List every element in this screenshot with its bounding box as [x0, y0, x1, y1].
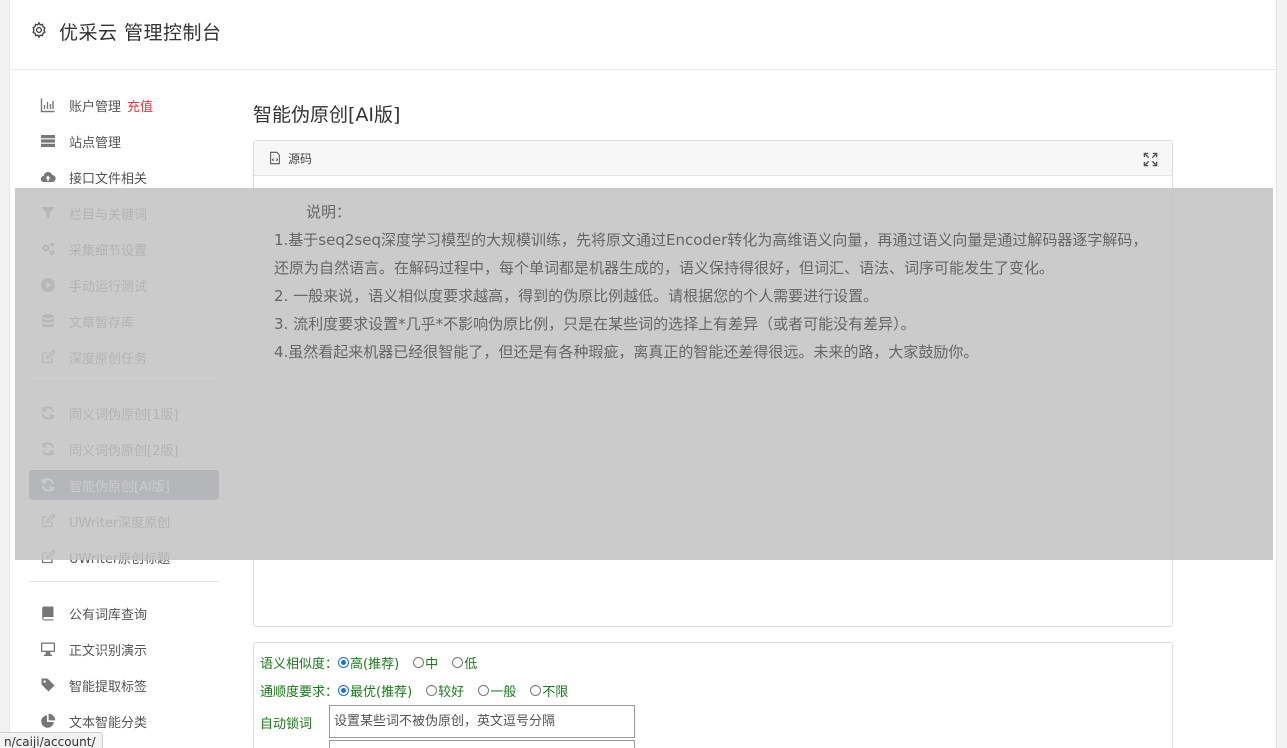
status-bar-url: n/caiji/account/: [0, 732, 103, 748]
source-button-label[interactable]: 源码: [288, 150, 312, 167]
sidebar-item[interactable]: 正文识别演示: [29, 634, 219, 664]
sidebar-item[interactable]: 站点管理: [29, 126, 219, 156]
page-title: 智能伪原创[AI版]: [253, 104, 401, 126]
monitor-icon: [39, 641, 57, 657]
fluency-label: 通顺度要求：: [260, 685, 339, 700]
similarity-option-label: 低: [464, 657, 478, 672]
bar-chart-icon: [39, 97, 57, 113]
radio-button[interactable]: [338, 685, 350, 696]
editor-description: 说明： 1.基于seq2seq深度学习模型的大规模训练，先将原文通过Encode…: [274, 198, 1159, 366]
similarity-option-label: 高(推荐): [350, 657, 400, 672]
fluency-option[interactable]: 较好: [426, 681, 464, 700]
description-line-3: 3. 流利度要求设置*几乎*不影响伪原比例，只是在某些词的选择上有差异（或者可能…: [274, 315, 916, 333]
fluency-option-label: 一般: [490, 685, 517, 700]
sidebar-item[interactable]: 账户管理 充值: [29, 90, 219, 120]
source-code-icon[interactable]: [268, 151, 282, 165]
options-panel: 语义相似度： 高(推荐) 中 低 通顺度要求： 最优(推荐) 较好 一般 不限 自动锁词: [253, 642, 1173, 748]
lock-row: 自动锁词: [260, 713, 312, 732]
description-line-2: 2. 一般来说，语义相似度要求越高，得到的伪原比例越低。请根据您的个人需要进行设…: [274, 287, 879, 305]
sidebar-item-label: 智能提取标签: [69, 679, 148, 695]
radio-button[interactable]: [452, 657, 464, 668]
fluency-option[interactable]: 一般: [478, 681, 516, 700]
top-bar: 优采云 管理控制台: [10, 0, 1276, 70]
main-content: 智能伪原创[AI版]: [253, 100, 1173, 130]
tag-icon: [39, 677, 57, 693]
sidebar-item-label: 账户管理: [69, 99, 122, 115]
editor-toolbar: 源码: [254, 141, 1172, 176]
sidebar-item-label: 公有词库查询: [69, 607, 148, 623]
fluency-option[interactable]: 不限: [530, 681, 568, 700]
fluency-option-label: 不限: [542, 685, 569, 700]
recharge-link[interactable]: 充值: [127, 96, 153, 115]
lock-label: 自动锁词: [260, 717, 313, 732]
gear-icon: [32, 21, 46, 39]
description-lead: 说明：: [306, 203, 352, 221]
similarity-row: 语义相似度： 高(推荐) 中 低: [260, 653, 491, 672]
radio-button[interactable]: [413, 657, 425, 668]
sidebar-item-label: 接口文件相关: [69, 171, 148, 187]
pie-chart-icon: [39, 713, 57, 729]
fluency-option[interactable]: 最优(推荐): [338, 681, 412, 700]
description-line-4: 4.虽然看起来机器已经很智能了，但还是有各种瑕疵，离真正的智能还差得很远。未来的…: [274, 343, 979, 361]
console-title: 优采云 管理控制台: [59, 22, 222, 44]
sidebar-item-label: 正文识别演示: [69, 643, 148, 659]
similarity-option[interactable]: 高(推荐): [338, 653, 399, 672]
similarity-option-label: 中: [425, 657, 439, 672]
sidebar-item-label: 站点管理: [69, 135, 122, 151]
radio-button[interactable]: [478, 685, 490, 696]
similarity-label: 语义相似度：: [260, 657, 339, 672]
sidebar-item[interactable]: 智能提取标签: [29, 670, 219, 700]
radio-button[interactable]: [530, 685, 542, 696]
fluency-option-label: 最优(推荐): [350, 685, 413, 700]
fullscreen-icon[interactable]: [1143, 152, 1158, 167]
second-input[interactable]: [329, 740, 635, 748]
fluency-row: 通顺度要求： 最优(推荐) 较好 一般 不限: [260, 681, 582, 700]
server-icon: [39, 133, 57, 149]
similarity-option[interactable]: 低: [452, 653, 477, 672]
sidebar-item[interactable]: 公有词库查询: [29, 598, 219, 628]
cloud-upload-icon: [39, 169, 57, 185]
lock-words-input[interactable]: [329, 705, 635, 738]
radio-button[interactable]: [338, 657, 350, 668]
sidebar-divider: [29, 581, 219, 582]
radio-button[interactable]: [426, 685, 438, 696]
fluency-option-label: 较好: [438, 685, 465, 700]
similarity-option[interactable]: 中: [413, 653, 438, 672]
description-line-1: 1.基于seq2seq深度学习模型的大规模训练，先将原文通过Encoder转化为…: [274, 231, 1148, 277]
sidebar-item-label: 文本智能分类: [69, 715, 148, 731]
book-icon: [39, 605, 57, 621]
